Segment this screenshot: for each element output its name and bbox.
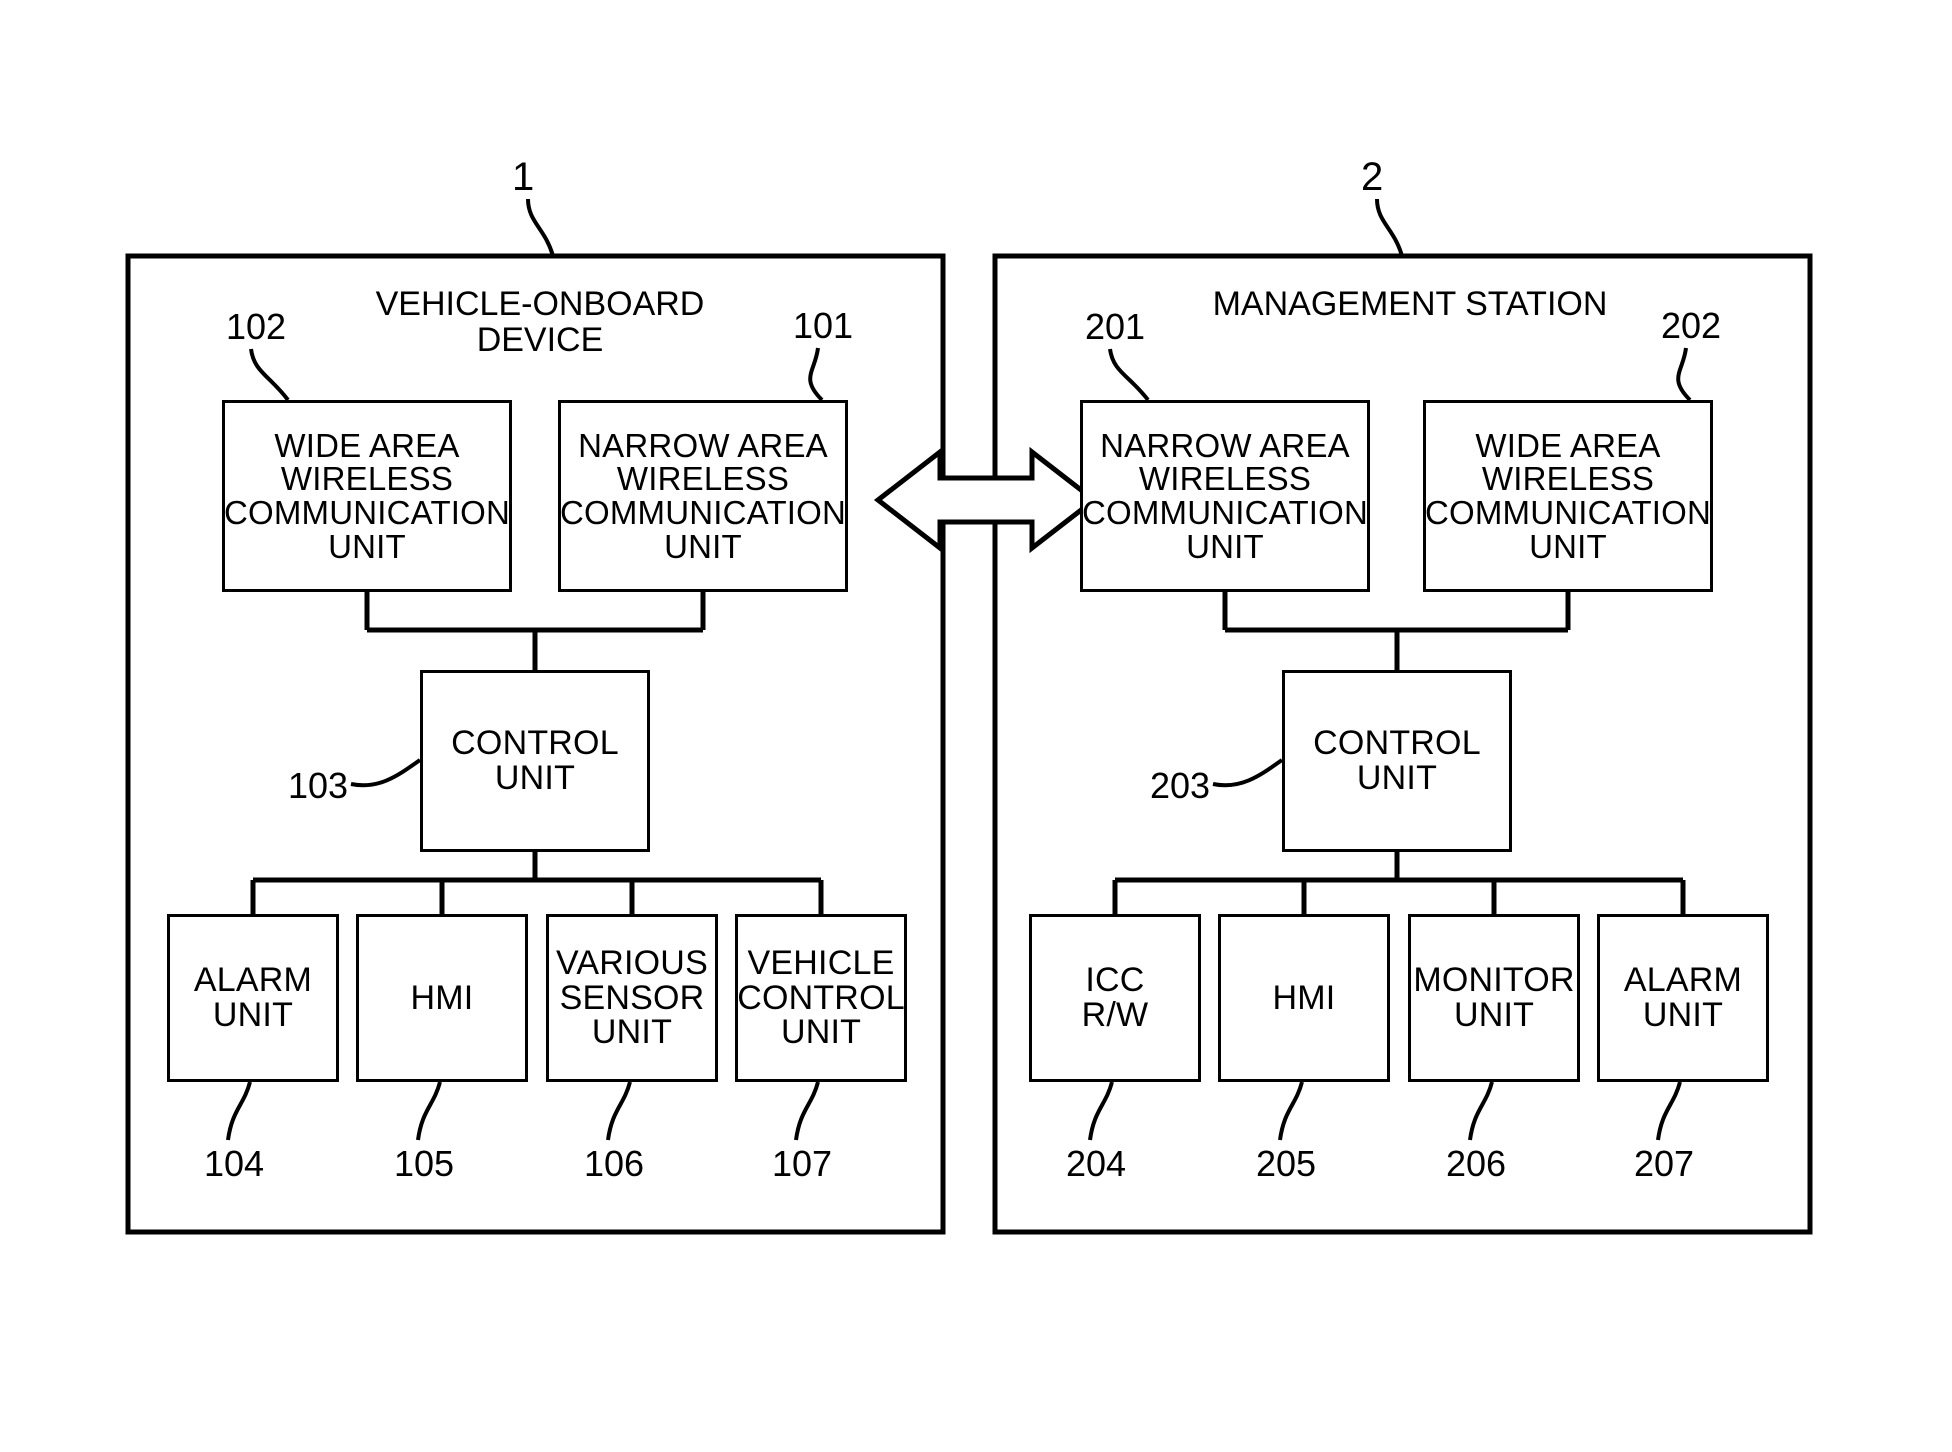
node-label: ALARM UNIT — [1623, 961, 1743, 1034]
node-label: VEHICLE CONTROL UNIT — [737, 943, 905, 1052]
node-label: WIDE AREA WIRELESS COMMUNICATION UNIT — [223, 426, 511, 565]
node-label: ICC R/W — [1081, 961, 1149, 1034]
ref-label-2: 2 — [1361, 155, 1384, 199]
panel-title-management-station: MANAGEMENT STATION — [1212, 285, 1608, 323]
node-alarm-unit-left[interactable]: ALARM UNIT — [167, 914, 339, 1082]
leader-line-panel-2 — [1375, 198, 1404, 257]
node-label: HMI — [1272, 978, 1336, 1017]
node-alarm-unit-right[interactable]: ALARM UNIT — [1597, 914, 1769, 1082]
leader-line-panel-1 — [526, 198, 555, 257]
panel-title-vehicle-onboard-device: VEHICLE-ONBOARD DEVICE — [375, 285, 705, 359]
node-label: NARROW AREA WIRELESS COMMUNICATION UNIT — [1081, 426, 1369, 565]
figure-canvas: VEHICLE-ONBOARD DEVICE MANAGEMENT STATIO… — [0, 0, 1952, 1452]
ref-label-206: 206 — [1446, 1143, 1507, 1184]
ref-label-105: 105 — [394, 1143, 455, 1184]
node-label: MONITOR UNIT — [1413, 961, 1575, 1034]
node-hmi-right[interactable]: HMI — [1218, 914, 1390, 1082]
node-label: ALARM UNIT — [193, 961, 313, 1034]
node-wide-area-wireless-communication-unit-right[interactable]: WIDE AREA WIRELESS COMMUNICATION UNIT — [1423, 400, 1713, 592]
ref-label-203: 203 — [1150, 765, 1211, 806]
node-vehicle-control-unit-left[interactable]: VEHICLE CONTROL UNIT — [735, 914, 907, 1082]
node-label: VARIOUS SENSOR UNIT — [556, 943, 708, 1052]
node-narrow-area-wireless-communication-unit-right[interactable]: NARROW AREA WIRELESS COMMUNICATION UNIT — [1080, 400, 1370, 592]
node-wide-area-wireless-communication-unit-left[interactable]: WIDE AREA WIRELESS COMMUNICATION UNIT — [222, 400, 512, 592]
node-label: HMI — [410, 978, 474, 1017]
node-label: CONTROL UNIT — [1313, 724, 1481, 797]
ref-label-205: 205 — [1256, 1143, 1317, 1184]
ref-label-104: 104 — [204, 1143, 265, 1184]
node-various-sensor-unit-left[interactable]: VARIOUS SENSOR UNIT — [546, 914, 718, 1082]
node-control-unit-right[interactable]: CONTROL UNIT — [1282, 670, 1512, 852]
diagram-lines-layer — [125, 198, 1813, 1235]
node-label: NARROW AREA WIRELESS COMMUNICATION UNIT — [559, 426, 847, 565]
node-narrow-area-wireless-communication-unit-left[interactable]: NARROW AREA WIRELESS COMMUNICATION UNIT — [558, 400, 848, 592]
ref-label-107: 107 — [772, 1143, 833, 1184]
ref-label-102: 102 — [226, 306, 287, 347]
node-label: CONTROL UNIT — [451, 724, 619, 797]
ref-label-106: 106 — [584, 1143, 645, 1184]
node-control-unit-left[interactable]: CONTROL UNIT — [420, 670, 650, 852]
node-icc-rw-right[interactable]: ICC R/W — [1029, 914, 1201, 1082]
node-hmi-left[interactable]: HMI — [356, 914, 528, 1082]
node-label: WIDE AREA WIRELESS COMMUNICATION UNIT — [1424, 426, 1712, 565]
ref-label-201: 201 — [1085, 306, 1146, 347]
ref-label-207: 207 — [1634, 1143, 1695, 1184]
ref-label-204: 204 — [1066, 1143, 1127, 1184]
ref-label-101: 101 — [793, 305, 854, 346]
ref-label-202: 202 — [1661, 305, 1722, 346]
node-monitor-unit-right[interactable]: MONITOR UNIT — [1408, 914, 1580, 1082]
ref-label-1: 1 — [512, 155, 535, 199]
ref-label-103: 103 — [288, 765, 349, 806]
